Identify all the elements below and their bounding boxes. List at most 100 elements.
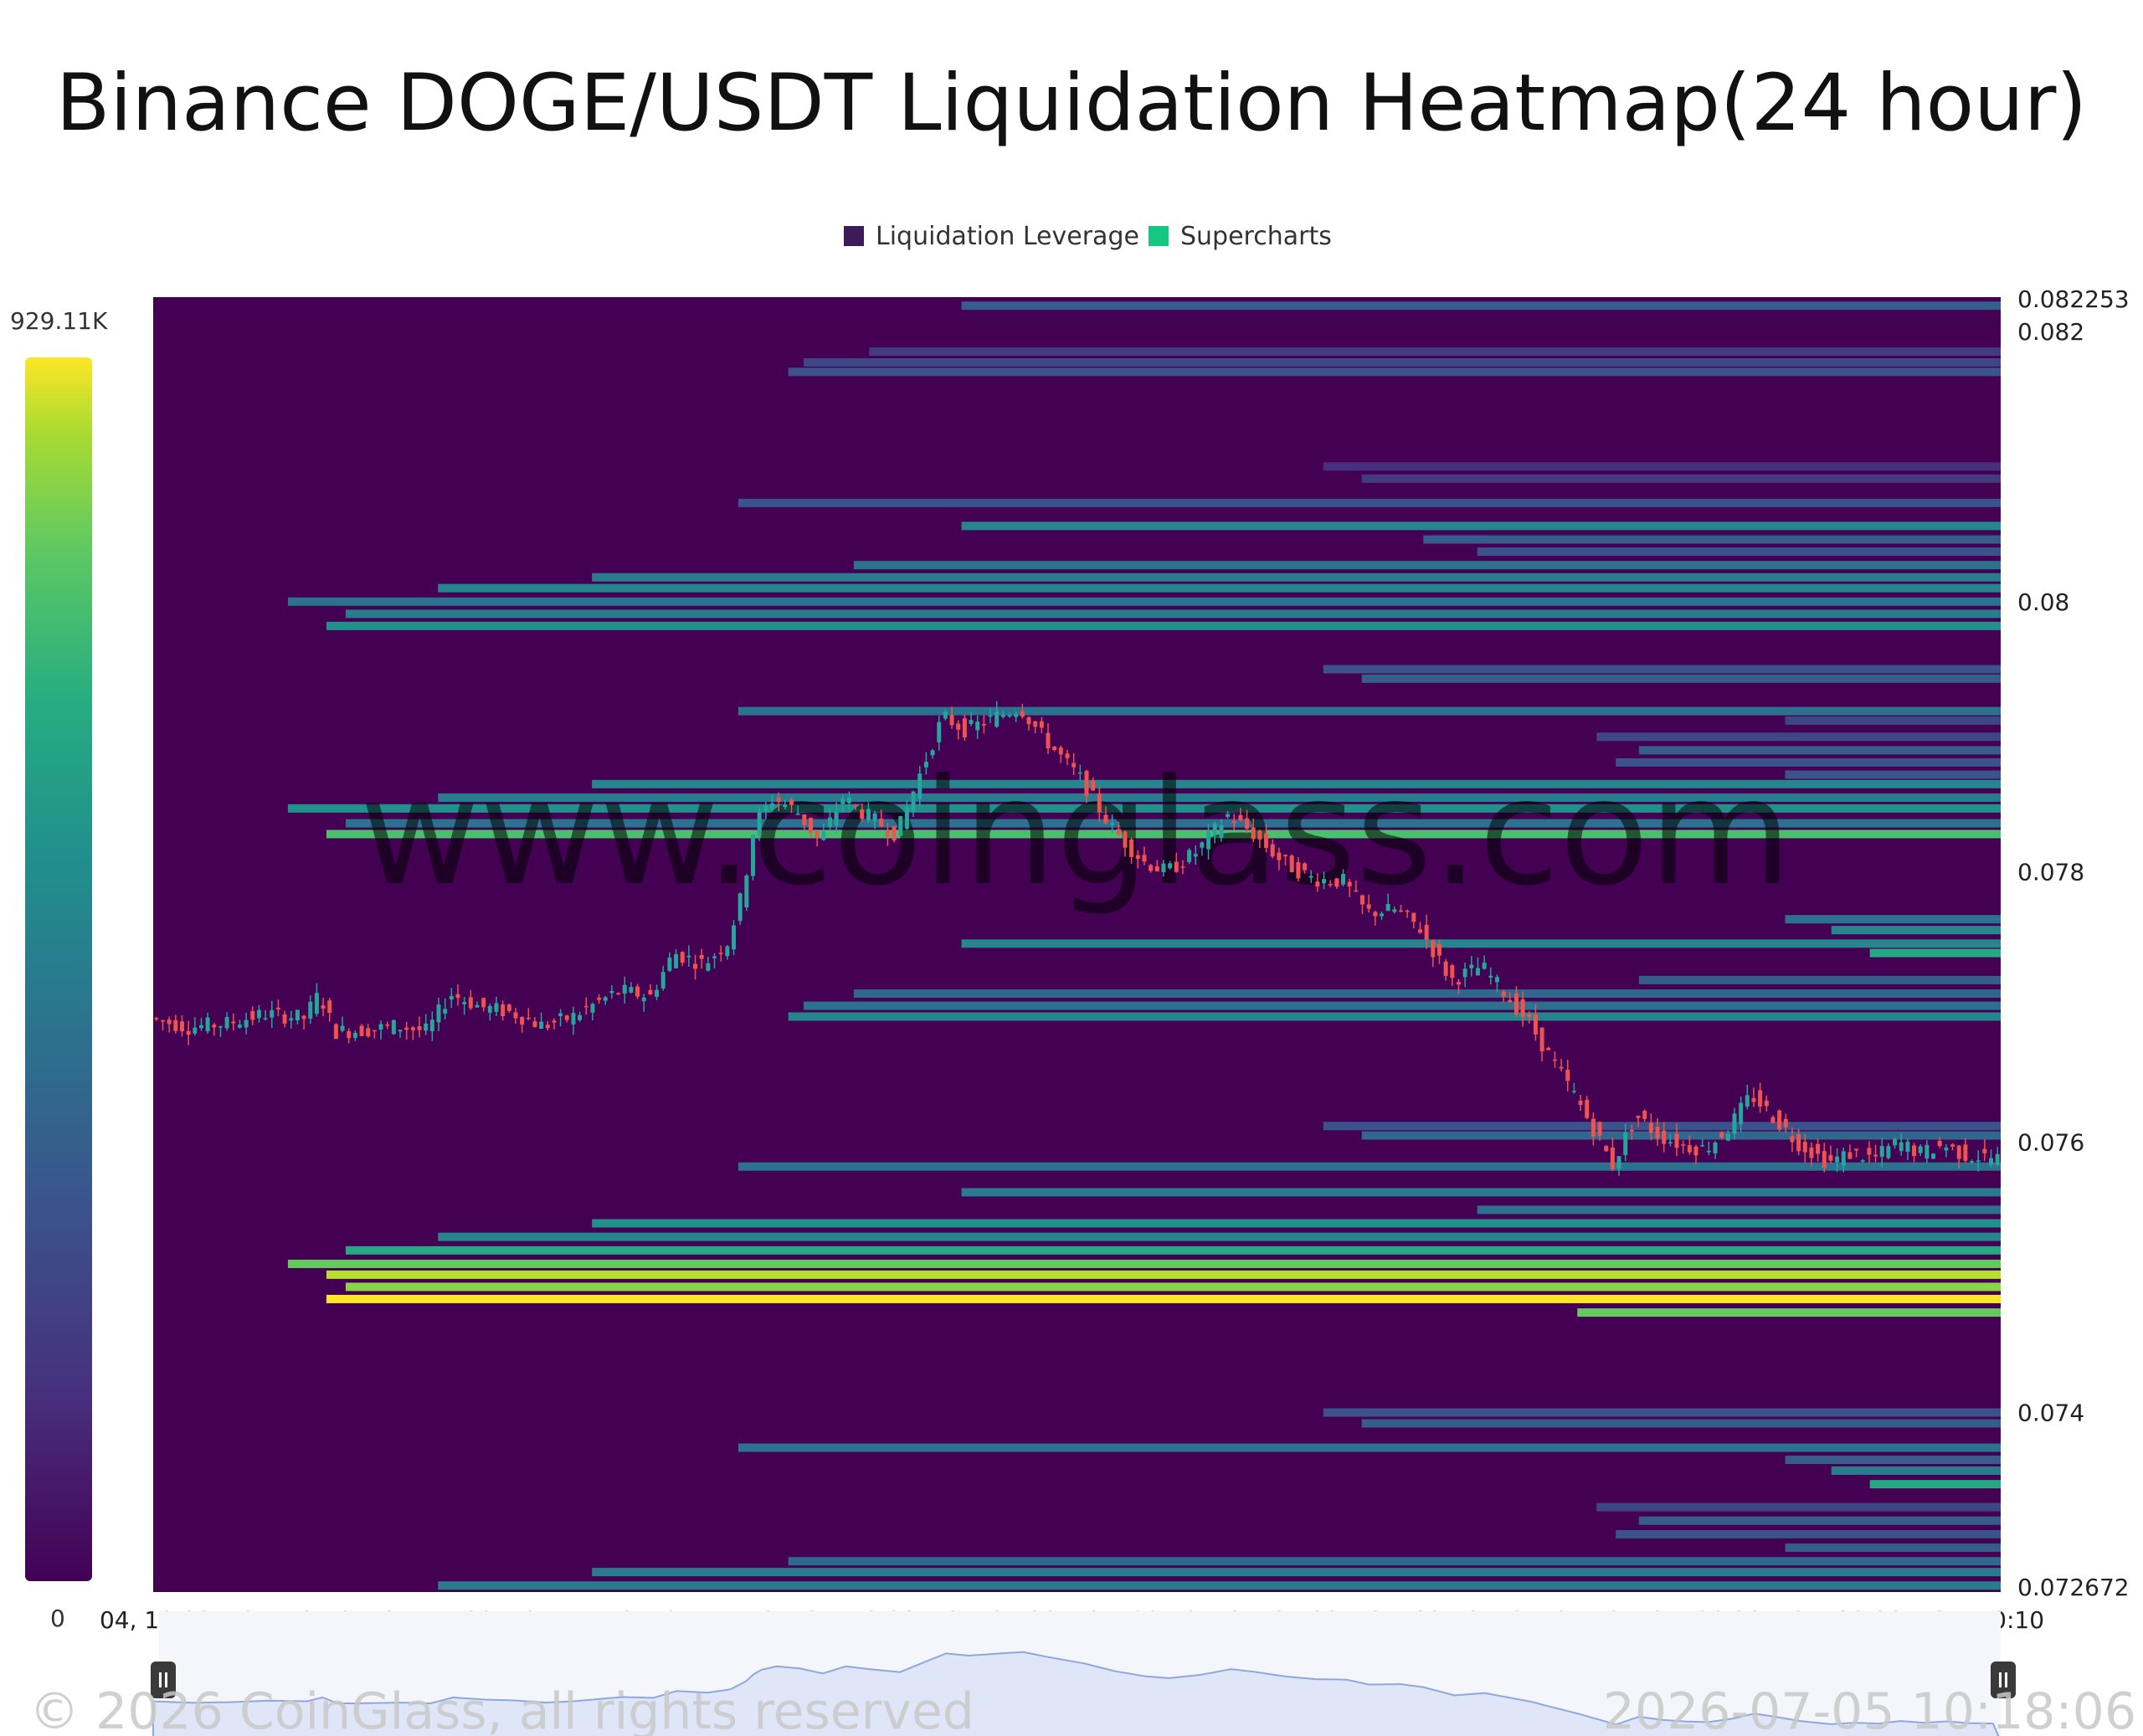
candle-body-46: [449, 995, 454, 1000]
candle-body-138: [1039, 721, 1044, 728]
candle-body-98: [783, 804, 788, 808]
liquidation-band-8: [1423, 535, 2001, 544]
candle-body-133: [1007, 715, 1012, 717]
liquidation-band-50: [1323, 1408, 2001, 1417]
legend-label-supercharts[interactable]: Supercharts: [1180, 222, 1332, 251]
candle-body-44: [436, 1004, 441, 1023]
candle-body-203: [1456, 982, 1461, 985]
liquidation-band-30: [1831, 926, 2001, 935]
candle-body-262: [1835, 1156, 1840, 1163]
candle-body-170: [1245, 818, 1250, 829]
candle-body-261: [1828, 1155, 1833, 1161]
liquidation-band-3: [788, 367, 2001, 377]
candle-body-124: [949, 715, 954, 726]
candle-body-243: [1713, 1143, 1718, 1153]
candle-body-263: [1841, 1151, 1846, 1166]
candle-body-210: [1501, 991, 1506, 997]
legend-label-liquidation-leverage[interactable]: Liquidation Leverage: [876, 222, 1139, 251]
candle-body-202: [1450, 965, 1455, 978]
liquidation-band-15: [326, 621, 2001, 630]
candle-body-244: [1719, 1132, 1724, 1138]
candle-body-73: [622, 984, 627, 994]
candle-body-199: [1431, 940, 1436, 958]
candle-body-27: [327, 1000, 332, 1014]
candle-body-283: [1970, 1161, 1975, 1163]
candle-body-274: [1912, 1145, 1917, 1157]
liquidation-band-11: [592, 573, 2001, 582]
candle-body-245: [1725, 1133, 1730, 1141]
candle-body-82: [680, 952, 685, 963]
candle-body-265: [1854, 1148, 1859, 1151]
candle-body-193: [1392, 909, 1397, 912]
candle-body-19: [275, 1007, 280, 1009]
candle-body-90: [732, 925, 737, 950]
candle-body-74: [629, 987, 634, 993]
liquidation-band-7: [961, 521, 2001, 531]
candle-body-66: [578, 1014, 583, 1020]
liquidation-band-20: [1596, 732, 2001, 742]
liquidation-band-4: [1323, 462, 2001, 471]
candle-body-122: [937, 722, 942, 742]
candle-body-11: [224, 1017, 229, 1029]
candle-body-223: [1585, 1100, 1590, 1118]
liquidation-band-18: [737, 706, 2001, 716]
candle-body-172: [1257, 830, 1262, 840]
candle-body-65: [571, 1013, 576, 1025]
liquidation-band-29: [1785, 915, 2001, 924]
candle-body-249: [1751, 1097, 1756, 1102]
candle-body-165: [1212, 823, 1217, 835]
candle-body-145: [1084, 770, 1089, 797]
candle-body-216: [1539, 1027, 1544, 1052]
candle-body-209: [1494, 977, 1499, 983]
candle-body-21: [289, 1018, 294, 1021]
candle-body-220: [1565, 1069, 1570, 1081]
candle-body-214: [1527, 1014, 1532, 1018]
candle-body-181: [1315, 881, 1320, 887]
candle-body-184: [1334, 878, 1339, 887]
candle-body-41: [417, 1026, 422, 1030]
liquidation-band-5: [1361, 474, 2001, 483]
candle-body-129: [981, 723, 986, 726]
candle-body-43: [429, 1020, 434, 1032]
candle-body-253: [1777, 1110, 1782, 1130]
candle-body-103: [815, 830, 820, 839]
liquidation-band-45: [287, 1259, 2001, 1268]
candle-body-242: [1706, 1150, 1711, 1153]
candle-body-117: [904, 806, 909, 829]
candle-body-225: [1597, 1122, 1602, 1136]
liquidation-band-0: [961, 301, 2001, 311]
candle-body-114: [885, 830, 890, 837]
liquidation-band-16: [1323, 665, 2001, 674]
candle-body-282: [1963, 1144, 1968, 1161]
candle-body-187: [1354, 890, 1359, 892]
candle-body-224: [1591, 1118, 1596, 1137]
candle-body-128: [975, 722, 980, 731]
candle-body-70: [603, 997, 608, 1001]
candle-body-67: [583, 1005, 588, 1008]
candle-body-53: [494, 1003, 499, 1012]
candle-body-169: [1238, 815, 1243, 821]
candle-body-102: [808, 818, 813, 834]
candle-body-97: [776, 797, 781, 802]
legend[interactable]: Liquidation Leverage Supercharts: [844, 222, 1332, 251]
candle-body-148: [1103, 814, 1108, 824]
candle-body-109: [853, 804, 858, 807]
candle-body-147: [1097, 794, 1102, 813]
liquidation-band-19: [1785, 716, 2001, 725]
candle-body-231: [1636, 1115, 1641, 1118]
candle-body-286: [1989, 1158, 1994, 1165]
candle-body-13: [237, 1025, 242, 1028]
candle-body-248: [1745, 1095, 1750, 1107]
candle-body-83: [686, 955, 691, 958]
candle-body-254: [1783, 1118, 1788, 1127]
candle-body-160: [1180, 866, 1185, 868]
candle-body-174: [1270, 844, 1275, 857]
chart-title: Binance DOGE/USDT Liquidation Heatmap(24…: [56, 58, 2087, 149]
candle-body-119: [917, 773, 922, 799]
candle-body-257: [1802, 1142, 1807, 1153]
candle-body-212: [1513, 993, 1519, 1014]
candle-body-50: [475, 1004, 480, 1008]
candle-body-278: [1937, 1140, 1942, 1147]
candle-body-68: [590, 1004, 595, 1013]
candle-body-259: [1816, 1143, 1821, 1154]
